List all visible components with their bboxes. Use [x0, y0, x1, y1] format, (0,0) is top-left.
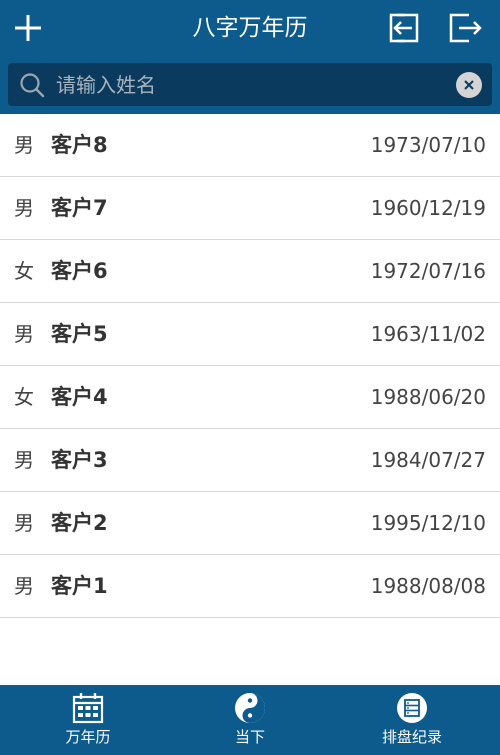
search-input[interactable]: [56, 63, 446, 106]
logout-icon: [449, 13, 482, 43]
client-list: 男 客户8 1973/07/10 男 客户7 1960/12/19 女 客户6 …: [0, 114, 500, 618]
tab-records-label: 排盘纪录: [381, 728, 442, 746]
search-icon: [20, 73, 45, 98]
app-header: 八字万年历: [0, 0, 500, 114]
import-button[interactable]: [381, 6, 425, 50]
tab-now[interactable]: 当下: [167, 685, 333, 755]
client-name: 客户6: [51, 259, 108, 283]
client-name: 客户2: [51, 511, 108, 535]
client-row[interactable]: 男 客户5 1963/11/02: [0, 303, 500, 366]
import-icon: [389, 13, 419, 43]
client-name: 客户3: [51, 448, 108, 472]
client-row[interactable]: 男 客户2 1995/12/10: [0, 492, 500, 555]
client-name: 客户4: [51, 385, 108, 409]
close-icon: [464, 80, 474, 90]
birth-date: 1960/12/19: [370, 196, 486, 220]
client-row[interactable]: 男 客户7 1960/12/19: [0, 177, 500, 240]
client-name: 客户5: [51, 322, 108, 346]
gender-label: 男: [14, 196, 34, 220]
gender-label: 男: [14, 448, 34, 472]
gender-label: 女: [14, 385, 34, 409]
client-name: 客户1: [51, 574, 108, 598]
calendar-icon: [72, 693, 104, 724]
logout-button[interactable]: [444, 6, 488, 50]
birth-date: 1988/06/20: [370, 385, 486, 409]
birth-date: 1988/08/08: [370, 574, 486, 598]
client-row[interactable]: 男 客户1 1988/08/08: [0, 555, 500, 618]
client-name: 客户7: [51, 196, 108, 220]
birth-date: 1963/11/02: [370, 322, 486, 346]
clear-search-button[interactable]: [456, 72, 482, 98]
birth-date: 1972/07/16: [370, 259, 486, 283]
bottom-tab-bar: 万年历 当下 排盘纪录: [0, 685, 500, 755]
gender-label: 男: [14, 574, 34, 598]
client-row[interactable]: 男 客户8 1973/07/10: [0, 114, 500, 177]
gender-label: 女: [14, 259, 34, 283]
gender-label: 男: [14, 322, 34, 346]
client-row[interactable]: 男 客户3 1984/07/27: [0, 429, 500, 492]
gender-label: 男: [14, 511, 34, 535]
client-name: 客户8: [51, 133, 108, 157]
yin-yang-icon: [235, 693, 265, 723]
birth-date: 1984/07/27: [370, 448, 486, 472]
page-title: 八字万年历: [192, 15, 308, 41]
records-icon: [397, 693, 427, 723]
birth-date: 1973/07/10: [370, 133, 486, 157]
client-row[interactable]: 女 客户6 1972/07/16: [0, 240, 500, 303]
client-row[interactable]: 女 客户4 1988/06/20: [0, 366, 500, 429]
tab-now-label: 当下: [234, 728, 265, 746]
gender-label: 男: [14, 133, 34, 157]
tab-calendar[interactable]: 万年历: [5, 685, 171, 755]
tab-records[interactable]: 排盘纪录: [329, 685, 495, 755]
search-bar: [8, 63, 492, 106]
birth-date: 1995/12/10: [370, 511, 486, 535]
tab-calendar-label: 万年历: [65, 728, 111, 746]
